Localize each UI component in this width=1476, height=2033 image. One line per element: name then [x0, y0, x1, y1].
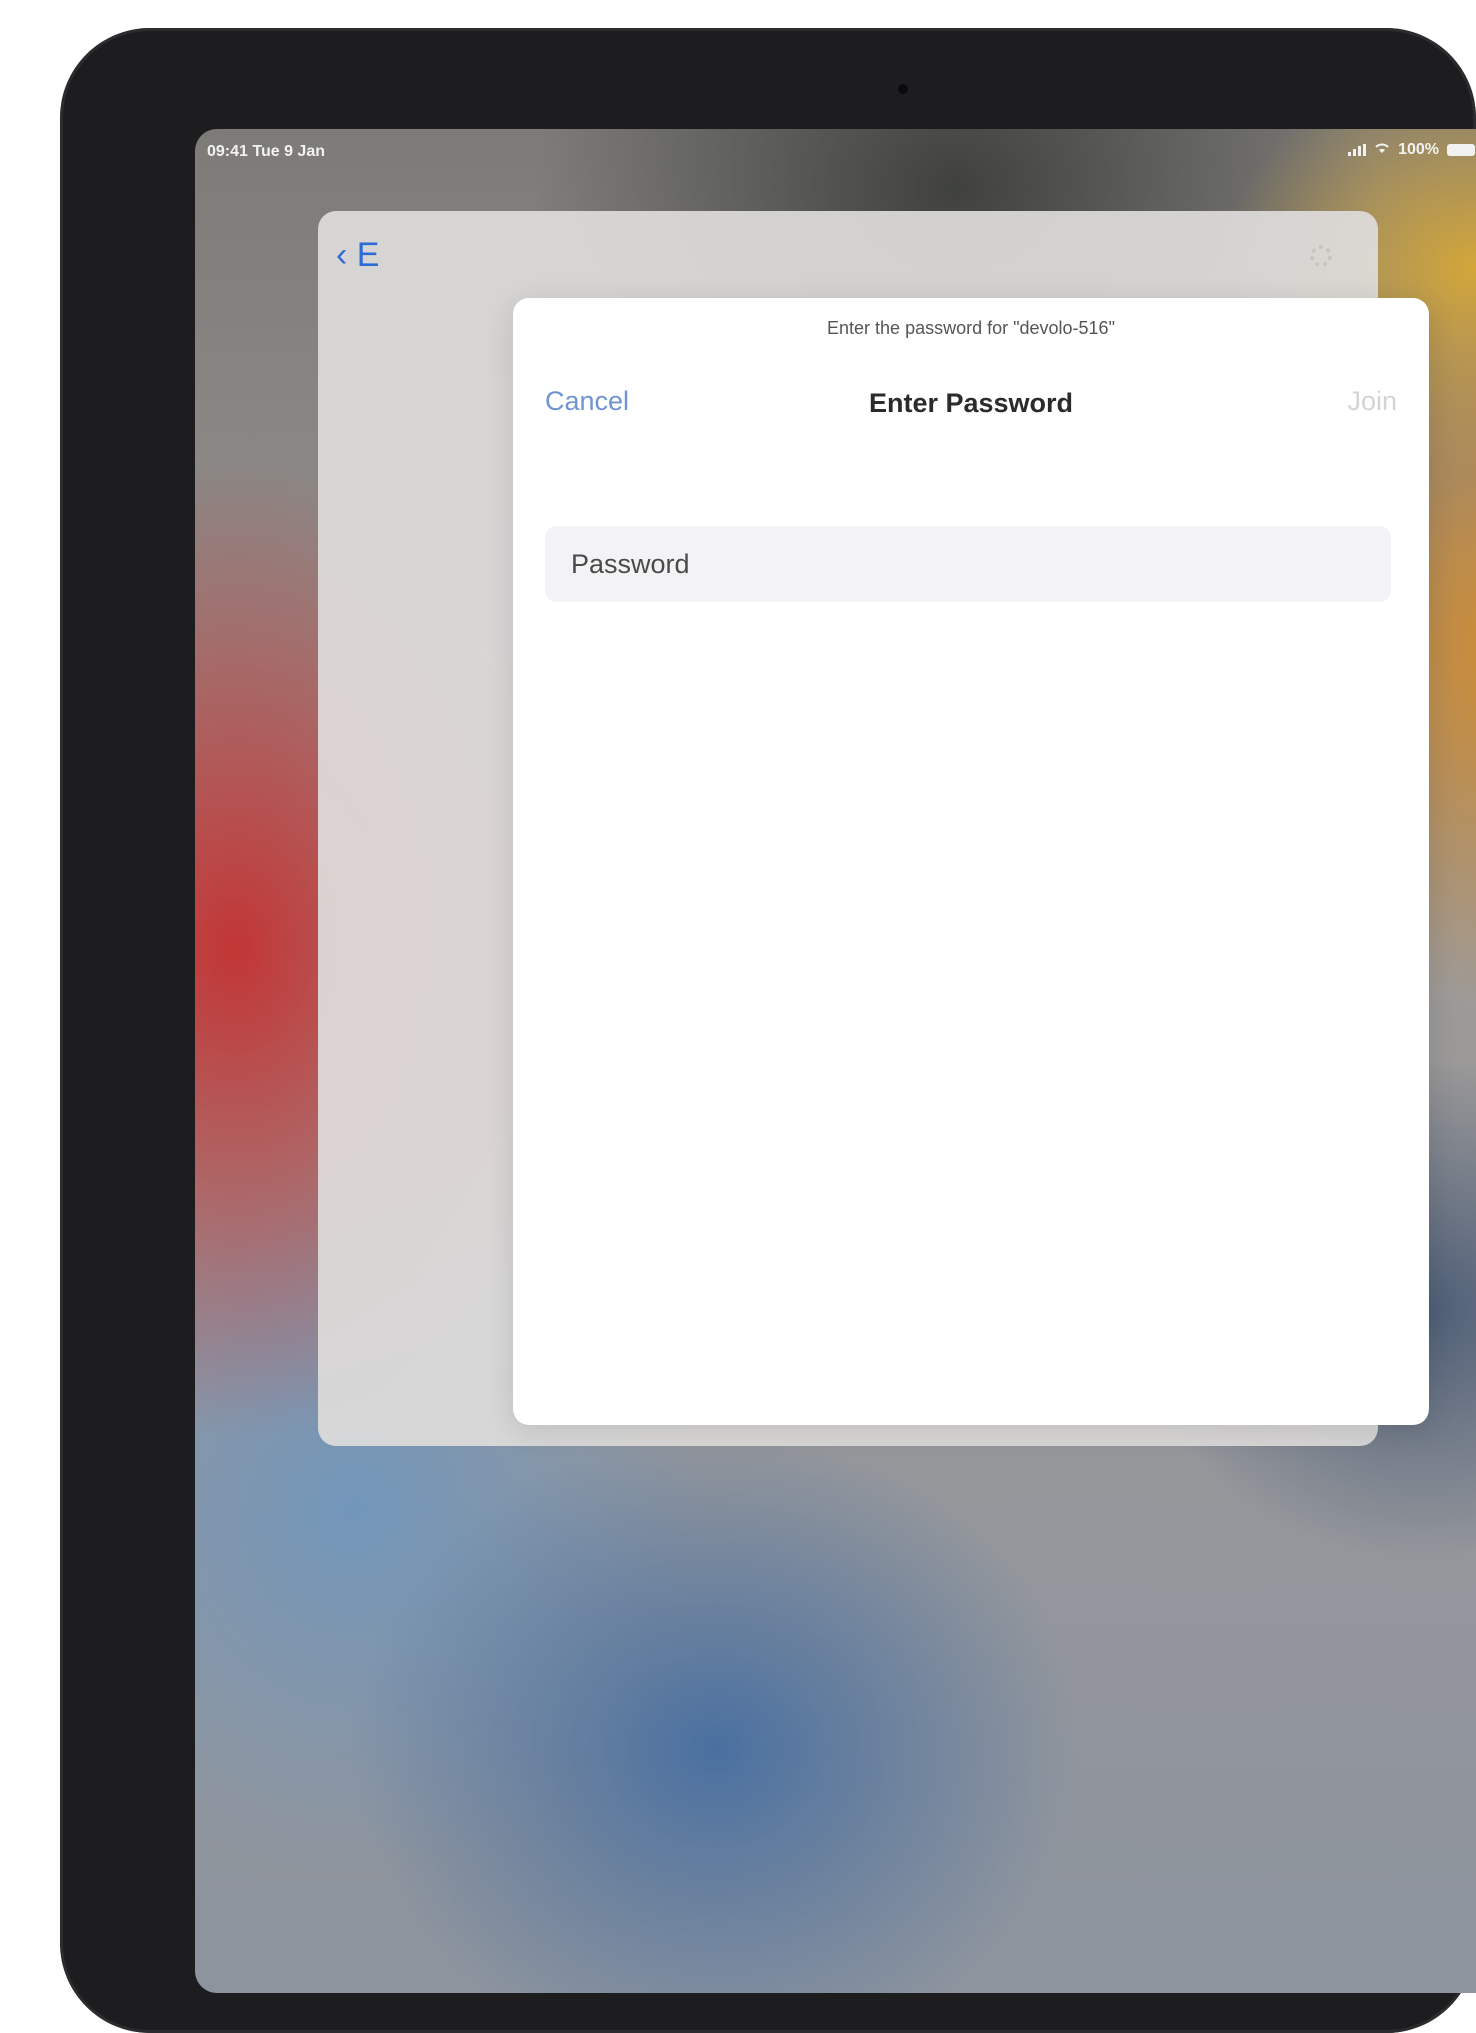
status-time-date: 09:41 Tue 9 Jan: [207, 143, 325, 160]
status-bar: 09:41 Tue 9 Jan 100%: [195, 129, 1476, 165]
wifi-icon: [1374, 141, 1390, 159]
ipad-screen: 09:41 Tue 9 Jan 100% ‹ E Enter the passw…: [195, 129, 1476, 1993]
battery-percentage: 100%: [1398, 141, 1439, 158]
background-settings-sheet: ‹ E Enter the password for "devolo-516" …: [318, 211, 1429, 1446]
dialog-navigation-bar: Enter Password Cancel Join: [513, 380, 1429, 424]
join-button[interactable]: Join: [1347, 386, 1397, 417]
status-indicators: 100%: [1348, 141, 1475, 159]
cellular-signal-icon: [1348, 144, 1367, 156]
gear-icon[interactable]: [1310, 245, 1332, 267]
ipad-frame: 09:41 Tue 9 Jan 100% ‹ E Enter the passw…: [60, 28, 1476, 2033]
dialog-prompt: Enter the password for "devolo-516": [827, 318, 1115, 338]
enter-password-dialog: Enter the password for "devolo-516" Ente…: [513, 298, 1429, 1425]
dialog-title: Enter Password: [868, 388, 1074, 418]
cancel-button[interactable]: Cancel: [545, 386, 629, 417]
password-input[interactable]: [545, 526, 1391, 602]
back-button[interactable]: ‹ E: [336, 235, 379, 275]
battery-icon: [1447, 144, 1475, 156]
front-camera: [898, 84, 908, 94]
